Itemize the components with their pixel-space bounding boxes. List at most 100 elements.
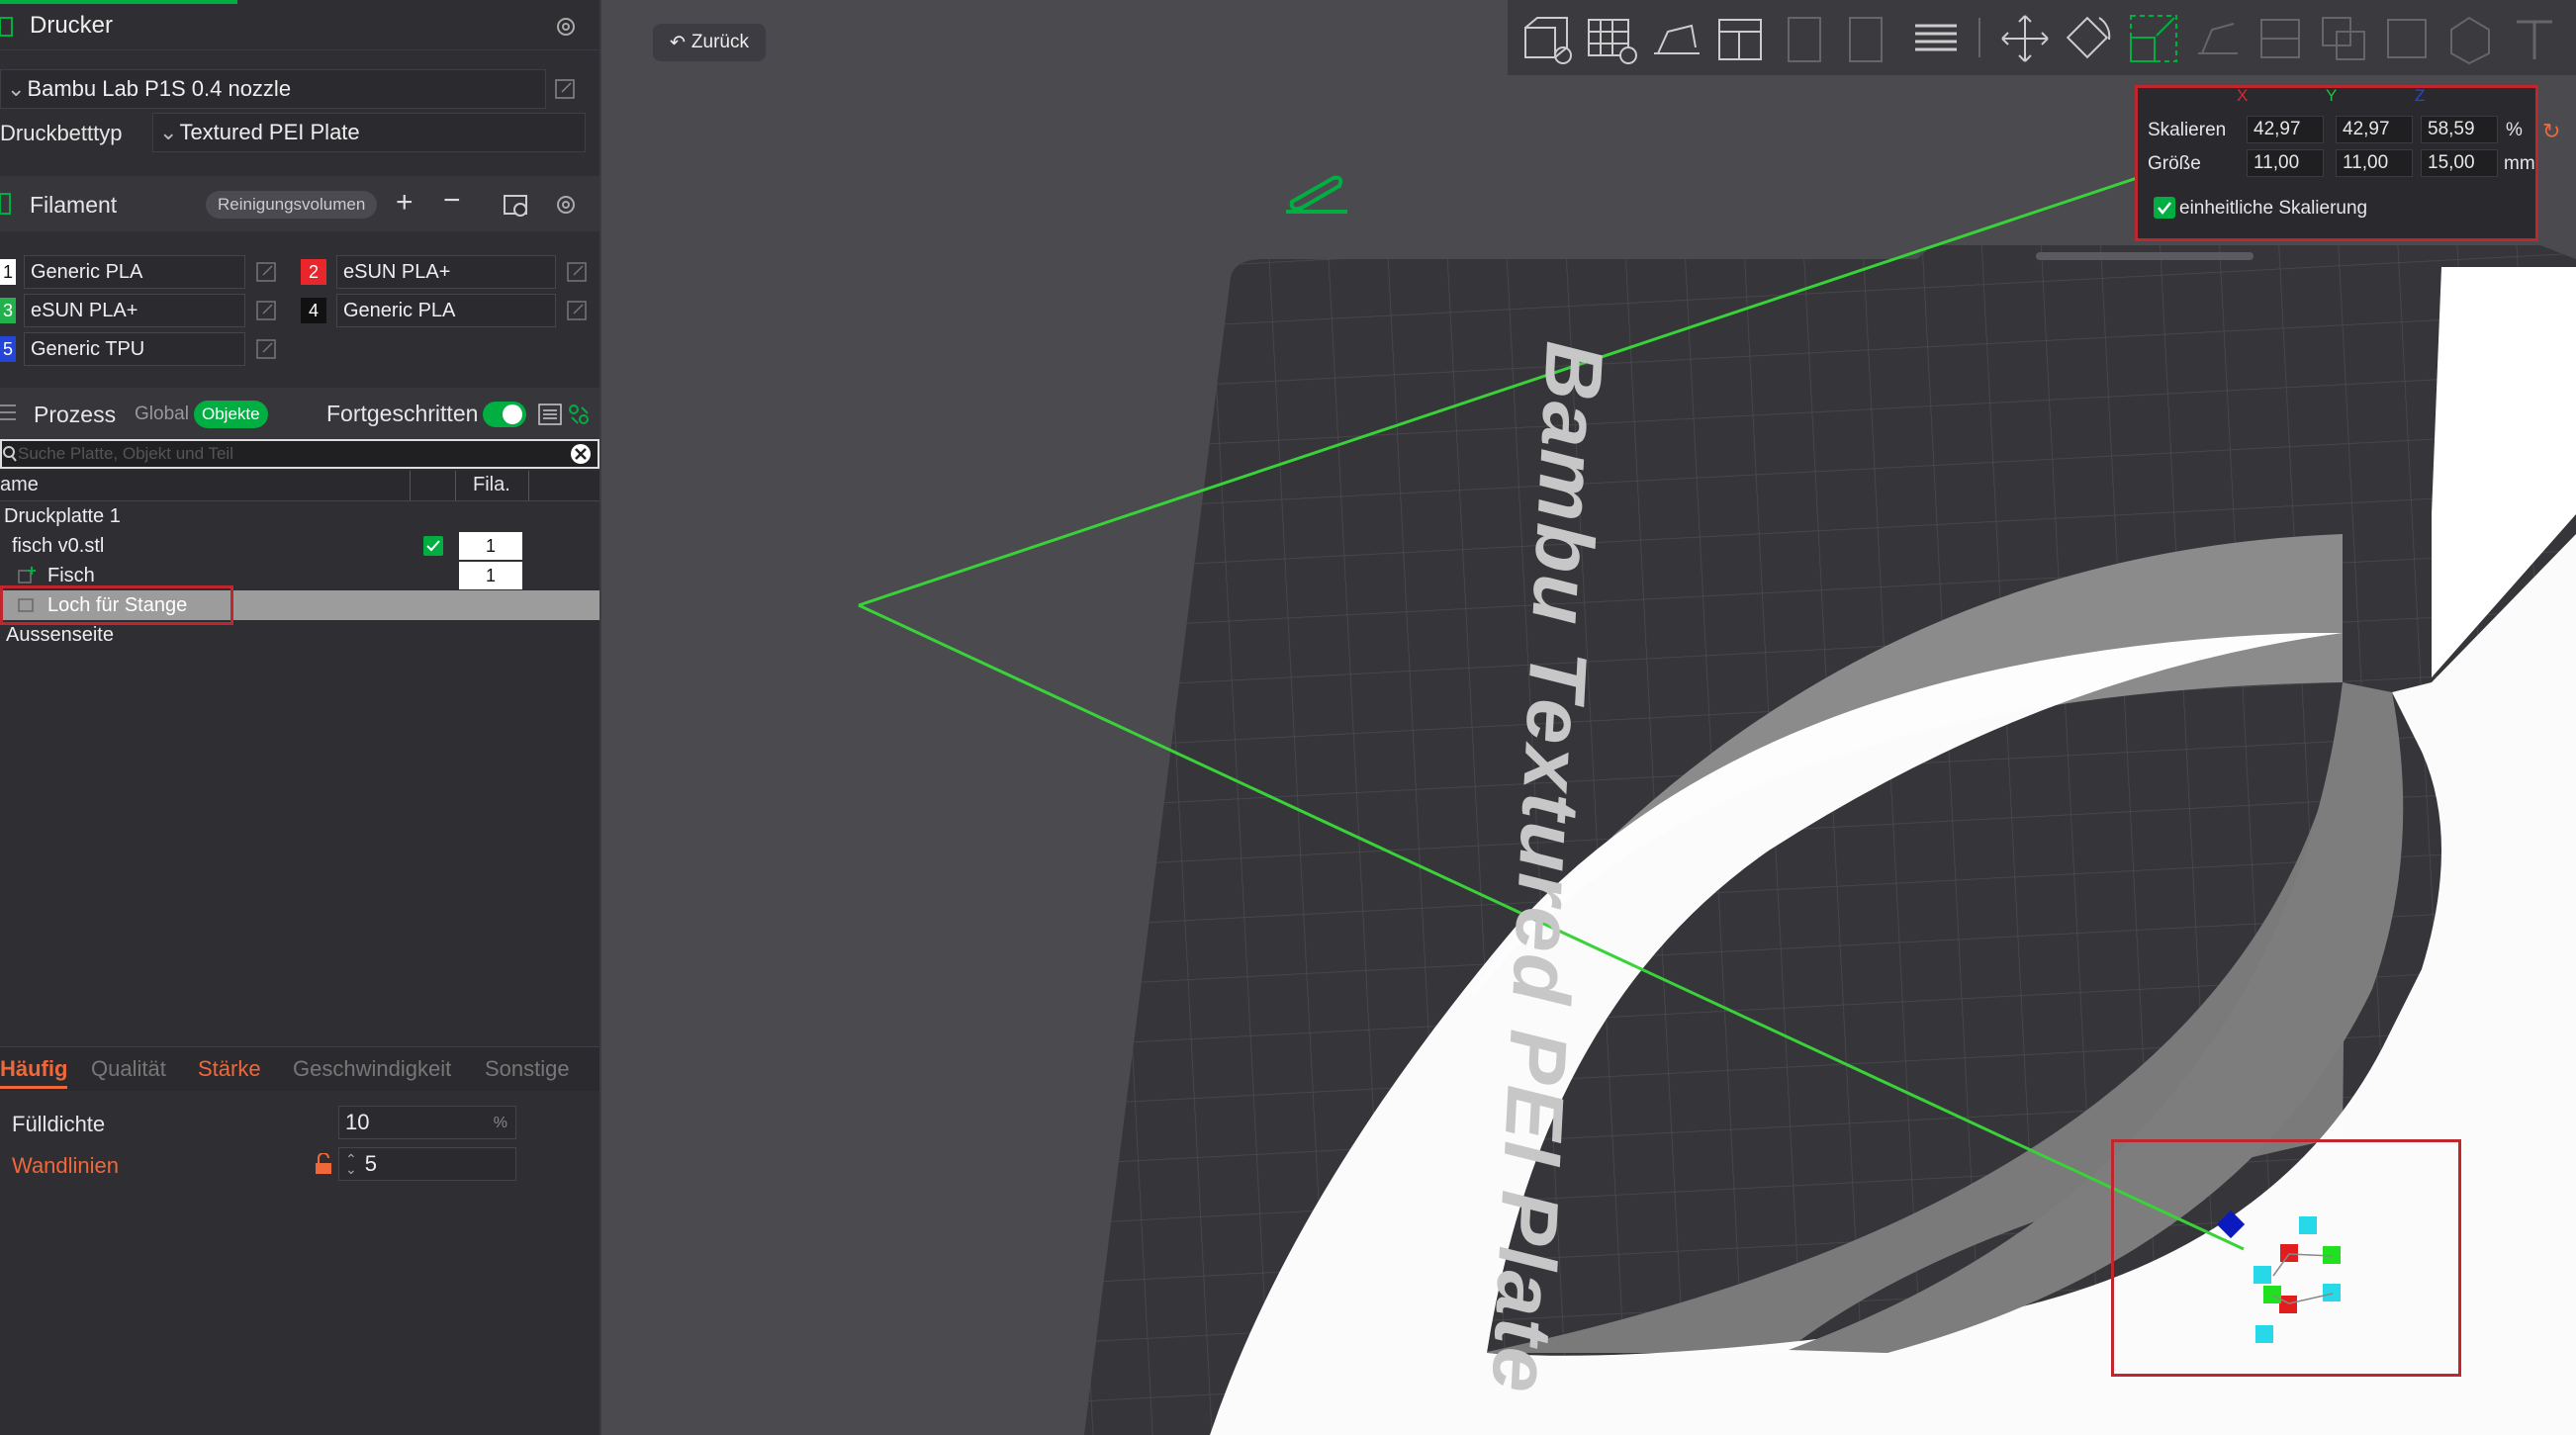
bed-type-select[interactable]: ⌄ Textured PEI Plate bbox=[152, 113, 586, 152]
rotate-icon[interactable] bbox=[2060, 10, 2117, 67]
printer-select[interactable]: ⌄ Bambu Lab P1S 0.4 nozzle bbox=[0, 69, 546, 109]
printer-section-title: Drucker bbox=[30, 12, 114, 39]
plate-label: Druckplatte 1 bbox=[4, 504, 121, 527]
tab-quality[interactable]: Qualität bbox=[91, 1056, 166, 1082]
scale-label: Skalieren bbox=[2148, 120, 2227, 140]
chevron-down-icon: ⌄ bbox=[7, 76, 26, 101]
advanced-toggle[interactable] bbox=[483, 402, 526, 427]
filament-slot-3-select[interactable]: eSUN PLA+ bbox=[24, 294, 245, 327]
uniform-scale-checkbox-icon[interactable] bbox=[2154, 197, 2175, 219]
text-tool-icon[interactable] bbox=[2507, 10, 2564, 67]
unlocked-lock-icon[interactable] bbox=[315, 1153, 332, 1175]
scale-panel: X Y Z Skalieren 42,97 42,97 58,59 % Größ… bbox=[2135, 85, 2538, 241]
size-y-input[interactable]: 11,00 bbox=[2336, 149, 2413, 177]
split-parts-icon[interactable] bbox=[1838, 10, 1895, 67]
search-placeholder: Suche Platte, Objekt und Teil bbox=[18, 444, 233, 463]
edit-filament-1-icon[interactable] bbox=[255, 261, 277, 283]
tab-frequent[interactable]: Häufig bbox=[0, 1056, 68, 1089]
advanced-label: Fortgeschritten bbox=[326, 401, 479, 426]
printer-icon bbox=[0, 17, 13, 37]
infill-density-label: Fülldichte bbox=[12, 1112, 106, 1136]
part-label-outside: Aussenseite bbox=[6, 623, 114, 646]
filament-section-title: Filament bbox=[30, 192, 118, 218]
wall-loops-input[interactable]: ⌃ ⌄ 5 bbox=[338, 1147, 516, 1181]
plate-row[interactable]: Druckplatte 1 bbox=[0, 501, 599, 531]
tab-speed[interactable]: Geschwindigkeit bbox=[293, 1056, 451, 1082]
boolean-icon[interactable] bbox=[2315, 10, 2372, 67]
filament-slot-1-badge[interactable]: 1 bbox=[0, 259, 16, 285]
object-row[interactable]: fisch v0.stl 1 bbox=[0, 531, 599, 561]
filament-slot-5-select[interactable]: Generic TPU bbox=[24, 332, 245, 366]
edit-filament-2-icon[interactable] bbox=[566, 261, 588, 283]
object-settings-icon[interactable] bbox=[568, 404, 590, 425]
column-filament-header[interactable]: Fila. bbox=[473, 474, 510, 496]
object-search-input[interactable]: Suche Platte, Objekt und Teil bbox=[0, 439, 599, 469]
object-visible-checkbox-icon[interactable] bbox=[423, 536, 443, 556]
printer-section-header: Drucker bbox=[0, 2, 599, 49]
sync-ams-icon[interactable] bbox=[503, 192, 530, 218]
uniform-scale-label: einheitliche Skalierung bbox=[2179, 198, 2368, 219]
filament-slot-5-badge[interactable]: 5 bbox=[0, 336, 16, 362]
edit-printer-icon[interactable] bbox=[554, 78, 576, 100]
process-section-title: Prozess bbox=[34, 402, 117, 427]
column-name-header[interactable]: ame bbox=[0, 474, 39, 496]
back-label: Zurück bbox=[690, 32, 749, 52]
object-filament-number[interactable]: 1 bbox=[459, 532, 522, 560]
tab-other[interactable]: Sonstige bbox=[485, 1056, 570, 1082]
wall-loops-label: Wandlinien bbox=[12, 1153, 120, 1178]
infill-density-input[interactable]: 10 % bbox=[338, 1106, 516, 1139]
add-filament-icon[interactable]: + bbox=[396, 186, 414, 220]
size-unit: mm bbox=[2504, 153, 2535, 174]
back-button[interactable]: ↶ Zurück bbox=[653, 24, 766, 61]
pencil-marker-icon bbox=[1286, 175, 1347, 214]
process-global-toggle[interactable]: Global bbox=[135, 404, 189, 425]
filament-slot-3-badge[interactable]: 3 bbox=[0, 298, 16, 323]
edit-filament-3-icon[interactable] bbox=[255, 300, 277, 321]
clear-search-icon[interactable] bbox=[570, 443, 592, 465]
cut-icon[interactable] bbox=[2252, 10, 2309, 67]
support-paint-icon[interactable] bbox=[2378, 10, 2436, 67]
scale-unit: % bbox=[2506, 120, 2523, 140]
scale-x-input[interactable]: 42,97 bbox=[2247, 116, 2324, 143]
remove-filament-icon[interactable]: − bbox=[443, 184, 461, 218]
filament-slot-2-badge[interactable]: 2 bbox=[301, 259, 326, 285]
add-plate-icon[interactable] bbox=[1583, 10, 1640, 67]
filament-slot-4-select[interactable]: Generic PLA bbox=[336, 294, 556, 327]
scale-icon[interactable] bbox=[2125, 10, 2182, 67]
edit-filament-4-icon[interactable] bbox=[566, 300, 588, 321]
layers-icon[interactable] bbox=[1907, 10, 1965, 67]
filament-slot-4-badge[interactable]: 4 bbox=[301, 298, 326, 323]
process-objects-toggle[interactable]: Objekte bbox=[194, 401, 268, 428]
edit-filament-5-icon[interactable] bbox=[255, 338, 277, 360]
lay-on-face-icon[interactable] bbox=[2188, 10, 2246, 67]
size-z-input[interactable]: 15,00 bbox=[2421, 149, 2498, 177]
sidebar: Drucker ⌄ Bambu Lab P1S 0.4 nozzle Druck… bbox=[0, 0, 601, 1435]
bed-type-label: Druckbetttyp bbox=[0, 121, 123, 145]
spin-arrows-icon[interactable]: ⌃ ⌄ bbox=[345, 1152, 357, 1176]
chevron-down-icon: ⌄ bbox=[159, 120, 178, 144]
auto-orient-icon[interactable] bbox=[1648, 10, 1705, 67]
filament-slot-1-select[interactable]: Generic PLA bbox=[24, 255, 245, 289]
scale-y-input[interactable]: 42,97 bbox=[2336, 116, 2413, 143]
printer-settings-gear-icon[interactable] bbox=[554, 15, 578, 39]
list-view-icon[interactable] bbox=[538, 404, 562, 425]
part-filament-number[interactable]: 1 bbox=[459, 562, 522, 589]
arrange-icon[interactable] bbox=[1711, 10, 1769, 67]
3d-viewport[interactable]: Bambu Textured PEI Plate ↶ Zurück X Y Z … bbox=[601, 0, 2576, 1435]
add-object-icon[interactable] bbox=[1518, 10, 1575, 67]
filament-settings-gear-icon[interactable] bbox=[554, 193, 578, 217]
flushing-volume-button[interactable]: Reinigungsvolumen bbox=[206, 191, 378, 219]
seam-paint-icon[interactable] bbox=[2441, 10, 2499, 67]
filament-slot-5-name: Generic TPU bbox=[31, 337, 145, 360]
scale-z-input[interactable]: 58,59 bbox=[2421, 116, 2498, 143]
axis-z-label: Z bbox=[2415, 86, 2426, 105]
size-x-input[interactable]: 11,00 bbox=[2247, 149, 2324, 177]
split-objects-icon[interactable] bbox=[1777, 10, 1834, 67]
tab-strength[interactable]: Stärke bbox=[198, 1056, 261, 1082]
wall-loops-value: 5 bbox=[364, 1151, 377, 1176]
reset-scale-icon[interactable]: ↻ bbox=[2542, 119, 2560, 144]
filament-slot-4-name: Generic PLA bbox=[343, 299, 456, 321]
move-icon[interactable] bbox=[1996, 10, 2054, 67]
filament-slot-3-name: eSUN PLA+ bbox=[31, 299, 138, 321]
filament-slot-2-select[interactable]: eSUN PLA+ bbox=[336, 255, 556, 289]
